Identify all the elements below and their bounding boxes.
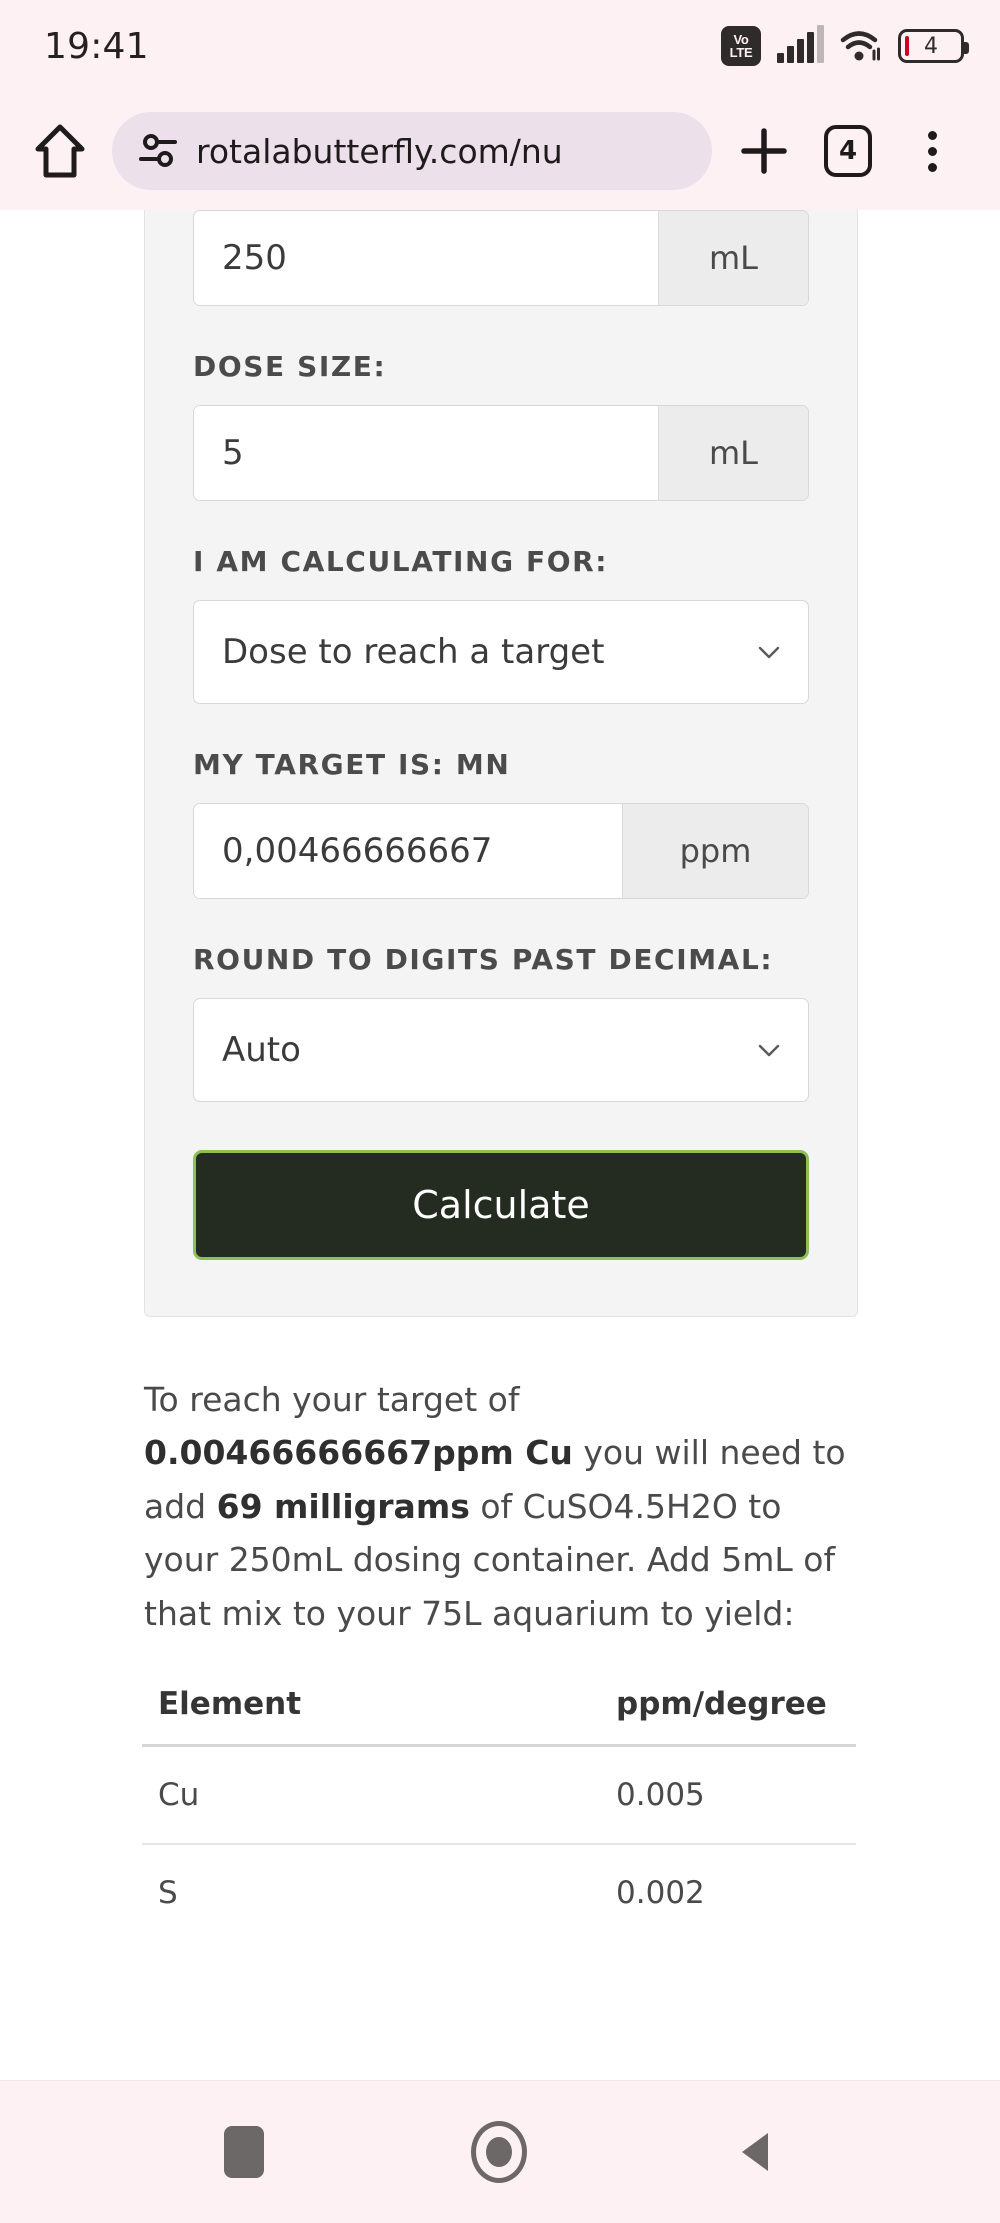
home-button[interactable] <box>22 113 98 189</box>
home-icon <box>35 124 85 178</box>
back-button[interactable] <box>734 2129 776 2175</box>
result-target-value: 0.00466666667ppm Cu <box>144 1433 573 1473</box>
tab-switcher-button[interactable]: 4 <box>810 113 886 189</box>
results-table: Element ppm/degree Cu 0.005 S 0.002 <box>142 1686 856 1941</box>
target-input-group[interactable]: 0,00466666667 ppm <box>193 803 809 899</box>
rounding-field: ROUND TO DIGITS PAST DECIMAL: Auto <box>193 943 809 1102</box>
table-header-element: Element <box>142 1686 311 1748</box>
calculating-for-select[interactable]: Dose to reach a target <box>193 600 809 704</box>
container-volume-input-group[interactable]: 250 mL <box>193 210 809 306</box>
calculating-for-field: I AM CALCULATING FOR: Dose to reach a ta… <box>193 545 809 704</box>
table-cell-element: Cu <box>142 1745 311 1846</box>
table-header-ppm: ppm/degree <box>310 1686 856 1748</box>
container-volume-input[interactable]: 250 <box>194 211 658 305</box>
battery-icon: 4 <box>898 29 969 63</box>
table-header-row: Element ppm/degree <box>142 1686 856 1748</box>
page-content: 250 mL DOSE SIZE: 5 mL I AM CALCULATING … <box>0 210 1000 1941</box>
url-text: rotalabutterfly.com/nu <box>196 131 563 171</box>
cellular-signal-icon <box>777 25 824 63</box>
calculate-button[interactable]: Calculate <box>193 1150 809 1260</box>
result-intro: To reach your target of <box>144 1380 520 1419</box>
target-unit: ppm <box>622 804 808 898</box>
rounding-select[interactable]: Auto <box>193 998 809 1102</box>
container-volume-field: 250 mL <box>193 210 809 306</box>
calculator-form-panel: 250 mL DOSE SIZE: 5 mL I AM CALCULATING … <box>144 210 858 1317</box>
plus-icon <box>741 128 787 174</box>
battery-level-label: 4 <box>924 33 938 59</box>
calculate-button-label: Calculate <box>412 1183 590 1227</box>
url-bar[interactable]: rotalabutterfly.com/nu <box>112 112 712 190</box>
system-navigation-bar <box>0 2080 1000 2223</box>
dose-size-input-group[interactable]: 5 mL <box>193 405 809 501</box>
volte-icon: Vo LTE <box>721 26 761 66</box>
calculating-for-label: I AM CALCULATING FOR: <box>193 545 609 578</box>
calculating-for-value: Dose to reach a target <box>222 632 605 672</box>
status-time: 19:41 <box>44 25 149 67</box>
table-row: S 0.002 <box>142 1844 856 1941</box>
table-cell-value: 0.005 <box>310 1745 856 1846</box>
new-tab-button[interactable] <box>726 113 802 189</box>
chevron-down-icon <box>758 1044 780 1057</box>
table-row: Cu 0.005 <box>142 1745 856 1846</box>
container-volume-unit: mL <box>658 211 808 305</box>
target-field: MY TARGET IS: MN 0,00466666667 ppm <box>193 748 809 899</box>
phone-screen: 19:41 Vo LTE 4 rotalabutterfly.com/nu 4 … <box>0 0 1000 2223</box>
rounding-value: Auto <box>222 1030 301 1070</box>
result-amount-value: 69 milligrams <box>216 1486 470 1526</box>
status-icons: Vo LTE 4 <box>721 25 969 66</box>
browser-toolbar: rotalabutterfly.com/nu 4 <box>0 92 1000 210</box>
wifi-icon <box>840 31 880 61</box>
overflow-menu-button[interactable] <box>894 113 970 189</box>
table-cell-value: 0.002 <box>616 1875 705 1912</box>
tab-count-label: 4 <box>824 125 872 177</box>
kebab-menu-icon <box>927 130 937 172</box>
dose-size-label: DOSE SIZE: <box>193 350 387 383</box>
chevron-down-icon <box>758 646 780 659</box>
status-bar: 19:41 Vo LTE 4 <box>0 0 1000 92</box>
dose-size-field: DOSE SIZE: 5 mL <box>193 350 809 501</box>
web-page-viewport[interactable]: 250 mL DOSE SIZE: 5 mL I AM CALCULATING … <box>0 210 1000 2080</box>
recents-button[interactable] <box>223 2126 264 2178</box>
rounding-label: ROUND TO DIGITS PAST DECIMAL: <box>193 943 774 976</box>
home-button-nav[interactable] <box>470 2121 527 2183</box>
volte-bottom-label: LTE <box>729 45 753 60</box>
page-settings-icon <box>139 134 177 167</box>
target-label: MY TARGET IS: MN <box>193 748 511 781</box>
table-cell-element: S <box>158 1875 178 1912</box>
result-paragraph: To reach your target of 0.00466666667ppm… <box>144 1373 856 1640</box>
dose-size-input[interactable]: 5 <box>194 406 658 500</box>
dose-size-unit: mL <box>658 406 808 500</box>
target-input[interactable]: 0,00466666667 <box>194 804 622 898</box>
